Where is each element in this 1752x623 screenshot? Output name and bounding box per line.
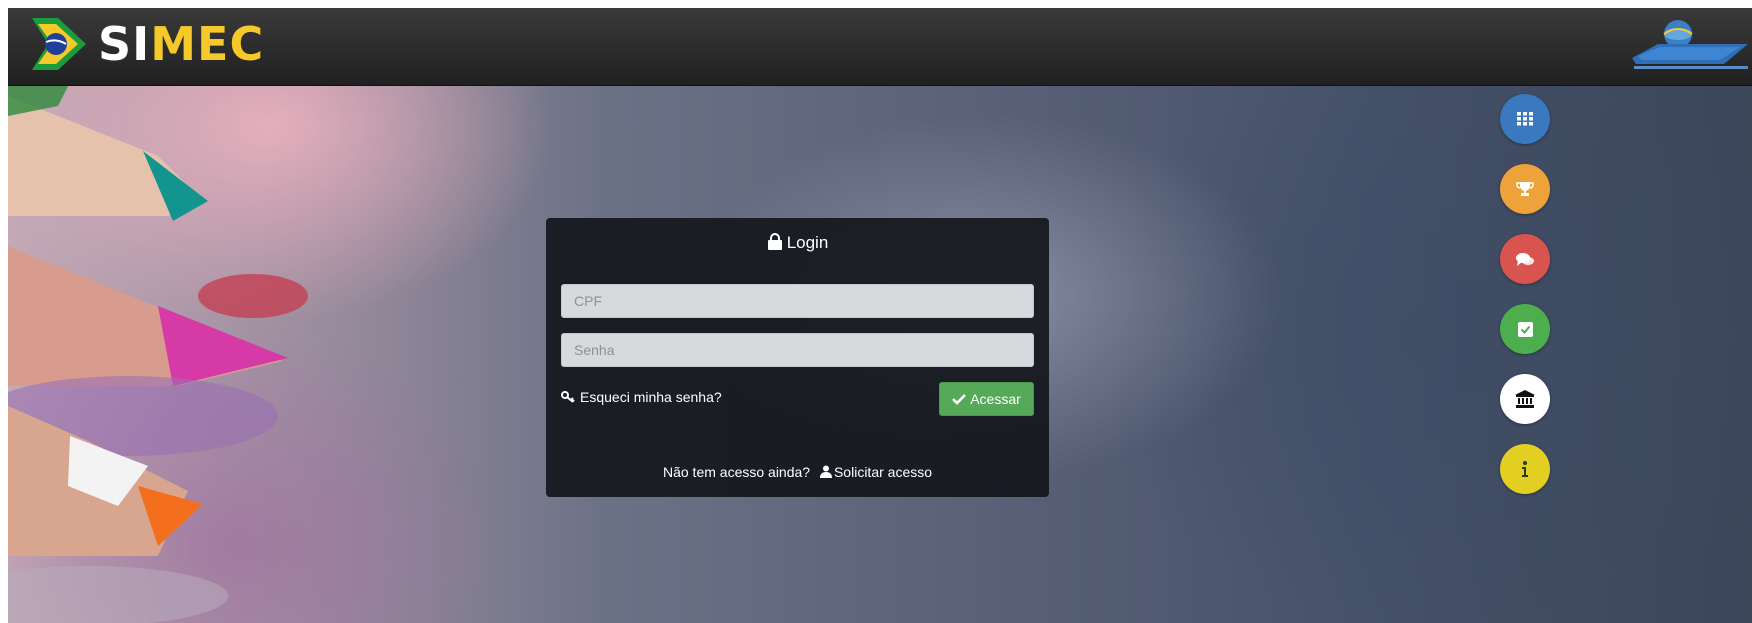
trophy-icon (1516, 182, 1534, 196)
request-access-label: Solicitar acesso (833, 464, 933, 480)
tasks-button[interactable] (1500, 304, 1550, 354)
institution-button[interactable] (1500, 374, 1550, 424)
cpf-input[interactable] (561, 284, 1034, 318)
forgot-password-label: Esqueci minha senha? (580, 389, 722, 405)
logo-text-si: SI (98, 17, 151, 71)
check-icon (952, 394, 967, 405)
colored-pencils-image (8, 86, 308, 623)
simec-logo[interactable]: SIMEC (28, 14, 264, 74)
trophy-button[interactable] (1500, 164, 1550, 214)
grid-icon (1517, 112, 1533, 126)
chat-icon (1516, 252, 1534, 266)
user-icon (819, 465, 832, 478)
brazil-flag-arrow-icon (32, 18, 86, 70)
institution-icon (1515, 390, 1535, 408)
page-frame: SIMEC Login CPF Esqueci minha senha? Ace… (8, 8, 1752, 623)
acessar-button[interactable]: Acessar (939, 382, 1034, 416)
check-square-icon (1517, 321, 1533, 337)
no-access-row: Não tem acesso ainda? Solicitar acesso (546, 463, 1049, 481)
request-access-link[interactable]: Solicitar acesso (814, 464, 932, 480)
senha-input[interactable] (561, 333, 1034, 367)
chat-button[interactable] (1500, 234, 1550, 284)
login-title: Login (546, 232, 1049, 254)
no-access-text: Não tem acesso ainda? (662, 464, 811, 480)
info-icon (1522, 461, 1528, 477)
key-icon (561, 391, 575, 403)
info-button[interactable] (1500, 444, 1550, 494)
brasil-government-logo[interactable] (1628, 14, 1752, 76)
acessar-label: Acessar (970, 391, 1021, 407)
top-navbar: SIMEC (8, 8, 1752, 86)
lock-icon (767, 233, 782, 250)
grid-menu-button[interactable] (1500, 94, 1550, 144)
forgot-password-link[interactable]: Esqueci minha senha? (561, 388, 722, 406)
logo-text-mec: MEC (150, 17, 265, 71)
login-panel: Login Esqueci minha senha? Acessar Não t… (546, 218, 1049, 497)
login-title-text: Login (786, 233, 829, 252)
